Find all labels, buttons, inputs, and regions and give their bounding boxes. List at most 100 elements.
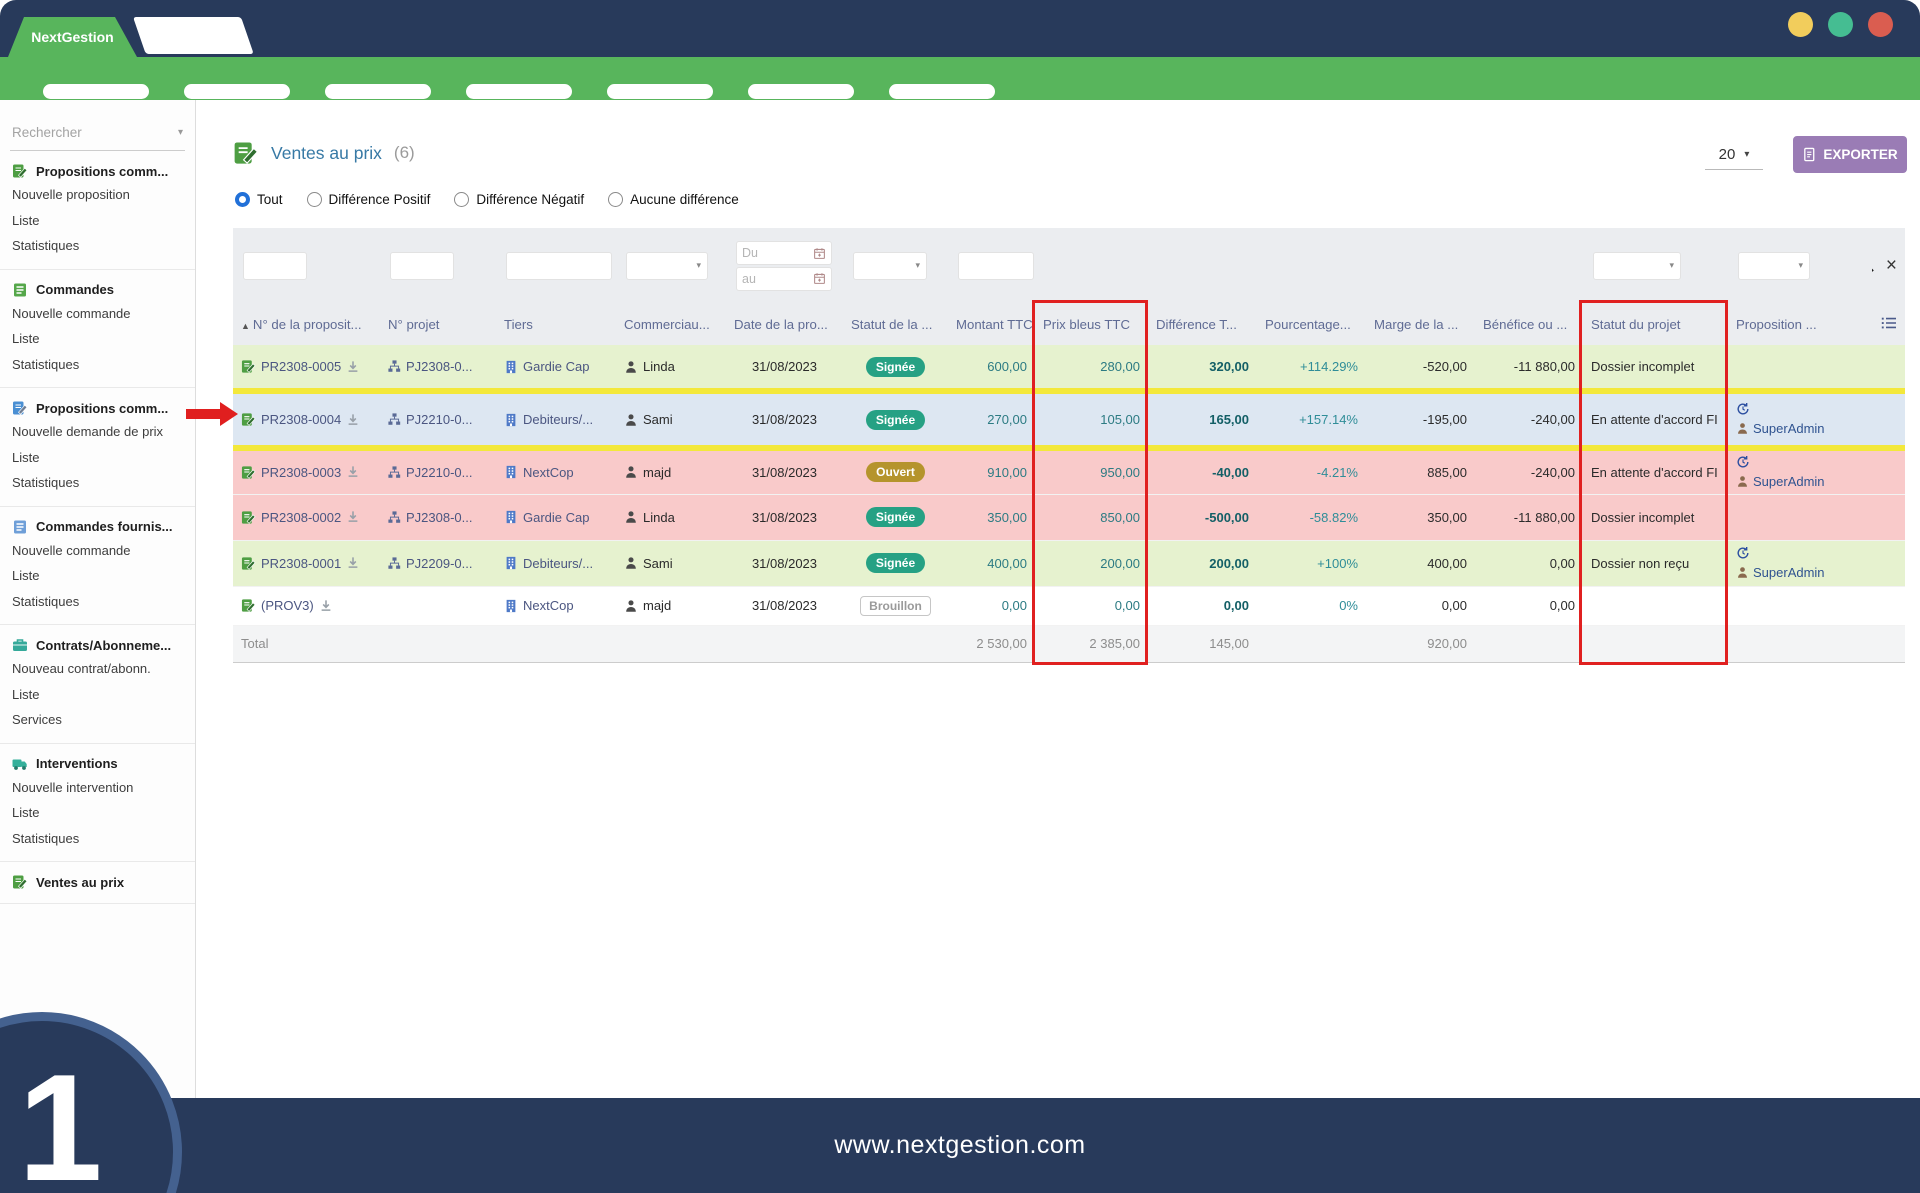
project-link[interactable]: PJ2210-0... — [406, 465, 473, 480]
radio-unselected-icon[interactable] — [454, 192, 469, 207]
history-button[interactable] — [1736, 455, 1864, 473]
column-settings-button[interactable] — [1881, 319, 1897, 334]
nav-pill[interactable] — [184, 84, 290, 99]
sidebar-item[interactable]: Services — [0, 707, 195, 733]
column-header-commercial[interactable]: Commerciau... — [616, 304, 726, 345]
sidebar-item[interactable]: Nouvelle commande — [0, 538, 195, 564]
nav-pill[interactable] — [43, 84, 149, 99]
sidebar-item[interactable]: Liste — [0, 208, 195, 234]
download-icon[interactable] — [346, 510, 360, 524]
column-header-benefice[interactable]: Bénéfice ou ... — [1475, 304, 1583, 345]
filter-select-commercial[interactable]: ▾ — [626, 252, 708, 280]
user-link[interactable]: SuperAdmin — [1753, 473, 1825, 490]
sidebar-item[interactable]: Statistiques — [0, 233, 195, 259]
column-header-marge[interactable]: Marge de la ... — [1366, 304, 1475, 345]
sidebar-item[interactable]: Nouvelle proposition — [0, 182, 195, 208]
proposition-number-link[interactable]: (PROV3) — [261, 598, 314, 613]
tiers-link[interactable]: Gardie Cap — [523, 359, 589, 374]
download-icon[interactable] — [346, 360, 360, 374]
project-link[interactable]: PJ2209-0... — [406, 556, 473, 571]
user-link[interactable]: SuperAdmin — [1753, 420, 1825, 437]
nav-pill[interactable] — [889, 84, 995, 99]
listicon-icon[interactable] — [1881, 315, 1897, 331]
nav-pill[interactable] — [466, 84, 572, 99]
radio-option-2[interactable]: Différence Négatif — [454, 192, 584, 207]
window-dot-yellow[interactable] — [1788, 12, 1813, 37]
column-header-tiers[interactable]: Tiers — [496, 304, 616, 345]
radio-option-3[interactable]: Aucune différence — [608, 192, 739, 207]
sidebar-item[interactable]: Liste — [0, 326, 195, 352]
table-row[interactable]: PR2308-0005PJ2308-0...Gardie CapLinda31/… — [233, 345, 1905, 391]
filter-input-montant[interactable] — [958, 252, 1034, 280]
page-size-select[interactable]: 20 ▾ — [1705, 146, 1763, 170]
table-row[interactable]: PR2308-0002PJ2308-0...Gardie CapLinda31/… — [233, 494, 1905, 540]
proposition-number-link[interactable]: PR2308-0002 — [261, 510, 341, 525]
filter-input-projet[interactable] — [390, 252, 454, 280]
proposition-number-link[interactable]: PR2308-0005 — [261, 359, 341, 374]
filter-date-to[interactable]: au — [736, 267, 832, 291]
table-row[interactable]: PR2308-0004PJ2210-0...Debiteurs/...Sami3… — [233, 391, 1905, 448]
sidebar-item[interactable]: Statistiques — [0, 826, 195, 852]
export-button[interactable]: EXPORTER — [1793, 136, 1907, 173]
history-icon[interactable] — [1736, 546, 1750, 560]
proposition-number-link[interactable]: PR2308-0001 — [261, 556, 341, 571]
sidebar-item[interactable]: Statistiques — [0, 352, 195, 378]
tiers-link[interactable]: Debiteurs/... — [523, 412, 593, 427]
filter-date-from[interactable]: Du — [736, 241, 832, 265]
sidebar-section-header-1[interactable]: Commandes — [0, 279, 195, 301]
column-header-difference[interactable]: Différence T... — [1148, 304, 1257, 345]
sidebar-section-header-0[interactable]: Propositions comm... — [0, 160, 195, 182]
sidebar-section-header-3[interactable]: Commandes fournis... — [0, 516, 195, 538]
column-header-statut_projet[interactable]: Statut du projet — [1583, 304, 1728, 345]
user-link[interactable]: SuperAdmin — [1753, 564, 1825, 581]
radio-option-1[interactable]: Différence Positif — [307, 192, 431, 207]
window-dot-red[interactable] — [1868, 12, 1893, 37]
project-link[interactable]: PJ2308-0... — [406, 359, 473, 374]
radio-option-0[interactable]: Tout — [235, 192, 283, 207]
filter-input-tiers[interactable] — [506, 252, 612, 280]
sidebar-item[interactable]: Statistiques — [0, 589, 195, 615]
sidebar-item[interactable]: Nouvelle intervention — [0, 775, 195, 801]
column-header-num[interactable]: ▲N° de la proposit... — [233, 304, 380, 345]
column-header-statut[interactable]: Statut de la ... — [843, 304, 948, 345]
secondary-tab[interactable] — [133, 17, 254, 54]
sidebar-item[interactable]: Liste — [0, 682, 195, 708]
project-link[interactable]: PJ2210-0... — [406, 412, 473, 427]
tiers-link[interactable]: NextCop — [523, 598, 574, 613]
filter-select-proposition[interactable]: ▾ — [1738, 252, 1810, 280]
radio-unselected-icon[interactable] — [307, 192, 322, 207]
history-button[interactable] — [1736, 402, 1864, 420]
nav-pill[interactable] — [325, 84, 431, 99]
sidebar-item[interactable]: Nouvelle demande de prix — [0, 419, 195, 445]
history-icon[interactable] — [1736, 455, 1750, 469]
table-row[interactable]: (PROV3)NextCopmajd31/08/2023Brouillon0,0… — [233, 586, 1905, 625]
sidebar-item[interactable]: Nouveau contrat/abonn. — [0, 656, 195, 682]
proposition-number-link[interactable]: PR2308-0003 — [261, 465, 341, 480]
sidebar-item[interactable]: Liste — [0, 445, 195, 471]
sidebar-item[interactable]: Liste — [0, 800, 195, 826]
search-input[interactable]: Rechercher ▾ — [10, 116, 185, 151]
tiers-link[interactable]: Debiteurs/... — [523, 556, 593, 571]
column-header-pourcentage[interactable]: Pourcentage... — [1257, 304, 1366, 345]
column-header-prix[interactable]: Prix bleus TTC — [1035, 304, 1148, 345]
column-header-projet[interactable]: N° projet — [380, 304, 496, 345]
sidebar-section-header-4[interactable]: Contrats/Abonneme... — [0, 634, 195, 656]
filter-select-statut[interactable]: ▾ — [853, 252, 927, 280]
history-icon[interactable] — [1736, 402, 1750, 416]
sidebar-item[interactable]: Statistiques — [0, 470, 195, 496]
close-icon[interactable]: × — [1886, 259, 1897, 273]
project-link[interactable]: PJ2308-0... — [406, 510, 473, 525]
tiers-link[interactable]: Gardie Cap — [523, 510, 589, 525]
table-row[interactable]: PR2308-0001PJ2209-0...Debiteurs/...Sami3… — [233, 540, 1905, 586]
download-icon[interactable] — [346, 556, 360, 570]
radio-unselected-icon[interactable] — [608, 192, 623, 207]
nav-pill[interactable] — [748, 84, 854, 99]
column-header-proposition[interactable]: Proposition ... — [1728, 304, 1872, 345]
window-dot-green[interactable] — [1828, 12, 1853, 37]
column-header-date[interactable]: Date de la pro... — [726, 304, 843, 345]
sidebar-section-header-2[interactable]: Propositions comm... — [0, 397, 195, 419]
download-icon[interactable] — [346, 465, 360, 479]
sidebar-section-header-6[interactable]: Ventes au prix — [0, 871, 195, 893]
column-header-montant[interactable]: Montant TTC — [948, 304, 1035, 345]
download-icon[interactable] — [346, 413, 360, 427]
